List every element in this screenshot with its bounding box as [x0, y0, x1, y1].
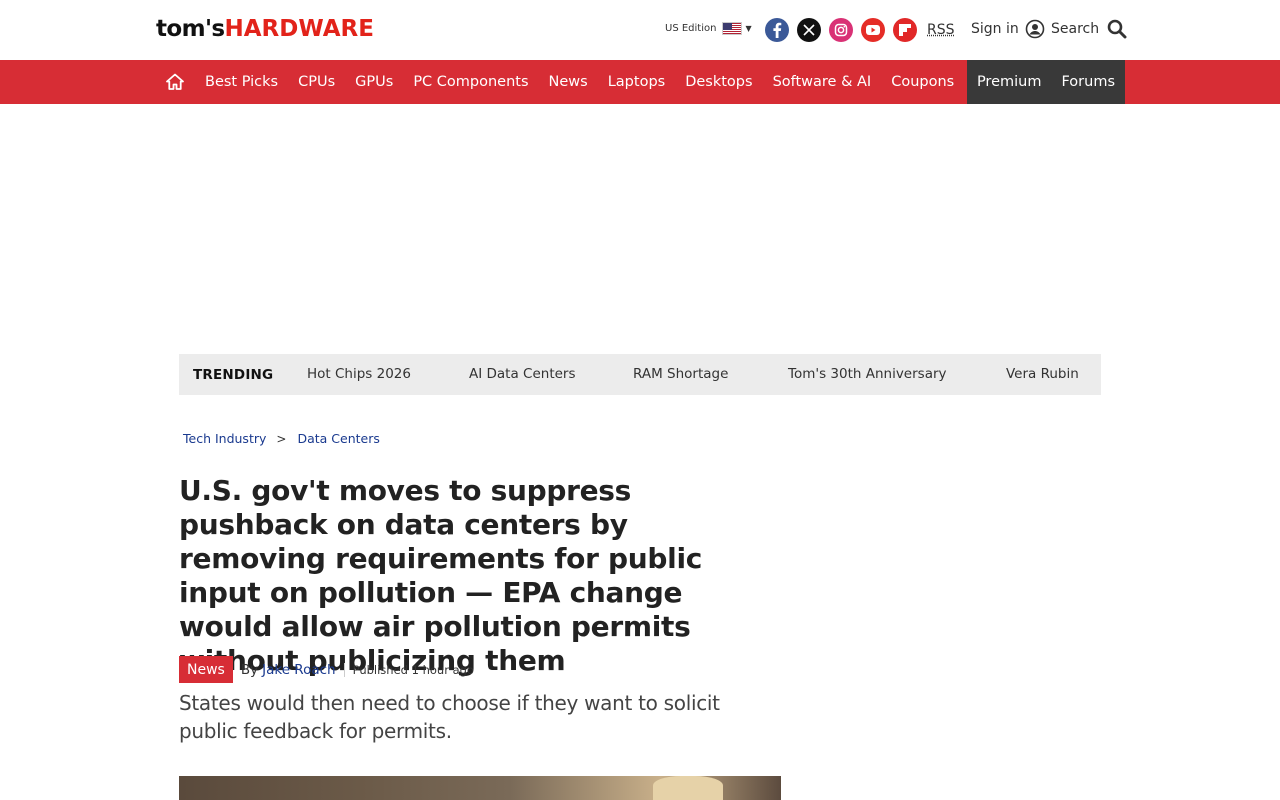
breadcrumb-data-centers[interactable]: Data Centers	[297, 431, 379, 446]
breadcrumb-separator: >	[276, 431, 287, 446]
nav-item-pc-components[interactable]: PC Components	[403, 74, 538, 90]
rss-link[interactable]: RSS	[927, 22, 955, 38]
trending-item-hot-chips[interactable]: Hot Chips 2026	[307, 366, 411, 382]
trending-item-ai-data-centers[interactable]: AI Data Centers	[469, 366, 576, 382]
nav-item-news[interactable]: News	[539, 74, 598, 90]
nav-item-software-ai[interactable]: Software & AI	[763, 74, 882, 90]
edition-label: US Edition	[665, 23, 717, 34]
search-button[interactable]: Search	[1051, 19, 1127, 39]
site-logo[interactable]: tom's HARDWARE	[156, 16, 374, 44]
breadcrumb-tech-industry[interactable]: Tech Industry	[183, 431, 266, 446]
article-byline: News By Jake Roach Published 1 hour ago	[179, 656, 474, 683]
hero-image-hat	[653, 776, 723, 800]
nav-item-desktops[interactable]: Desktops	[675, 74, 762, 90]
user-icon	[1025, 19, 1045, 39]
flipboard-icon[interactable]	[893, 18, 917, 42]
instagram-icon[interactable]	[829, 18, 853, 42]
hero-image	[179, 776, 781, 800]
home-icon[interactable]	[166, 73, 184, 91]
main-nav: Best Picks CPUs GPUs PC Components News …	[0, 60, 1280, 104]
search-label: Search	[1051, 21, 1100, 37]
sign-in-label: Sign in	[971, 21, 1019, 37]
logo-hardware: HARDWARE	[224, 16, 374, 42]
author-link[interactable]: Jake Roach	[262, 662, 335, 678]
nav-right-group: Premium Forums	[966, 60, 1125, 104]
nav-item-gpus[interactable]: GPUs	[345, 74, 403, 90]
search-icon	[1107, 19, 1127, 39]
facebook-icon[interactable]	[765, 18, 789, 42]
trending-item-vera-rubin[interactable]: Vera Rubin	[1006, 366, 1079, 382]
published-time: Published 1 hour ago	[352, 662, 474, 677]
sign-in-button[interactable]: Sign in	[971, 19, 1045, 39]
caret-down-icon: ▼	[745, 24, 752, 33]
article-strapline: States would then need to choose if they…	[179, 691, 720, 743]
social-links: RSS	[765, 18, 955, 42]
trending-item-ram-shortage[interactable]: RAM Shortage	[633, 366, 728, 382]
x-icon[interactable]	[797, 18, 821, 42]
nav-item-laptops[interactable]: Laptops	[598, 74, 675, 90]
byline-divider	[343, 662, 345, 677]
trending-label: TRENDING	[193, 366, 274, 383]
us-flag-icon	[722, 22, 743, 35]
nav-item-cpus[interactable]: CPUs	[288, 74, 345, 90]
nav-item-forums[interactable]: Forums	[1061, 74, 1115, 90]
nav-item-best-picks[interactable]: Best Picks	[205, 74, 288, 90]
trending-item-toms-anniversary[interactable]: Tom's 30th Anniversary	[788, 366, 947, 382]
logo-toms: tom's	[156, 16, 225, 42]
trending-bar: TRENDING Hot Chips 2026 AI Data Centers …	[179, 354, 1101, 395]
top-header: tom's HARDWARE US Edition ▼ RSS Sign in …	[0, 0, 1280, 60]
nav-item-coupons[interactable]: Coupons	[881, 74, 964, 90]
news-tag-badge[interactable]: News	[179, 656, 233, 683]
article-title: U.S. gov't moves to suppress pushback on…	[179, 474, 703, 677]
nav-item-premium[interactable]: Premium	[977, 74, 1042, 90]
byline-by: By	[240, 661, 259, 678]
edition-selector[interactable]: US Edition ▼	[665, 22, 752, 35]
youtube-icon[interactable]	[861, 18, 885, 42]
breadcrumb: Tech Industry > Data Centers	[183, 431, 380, 446]
